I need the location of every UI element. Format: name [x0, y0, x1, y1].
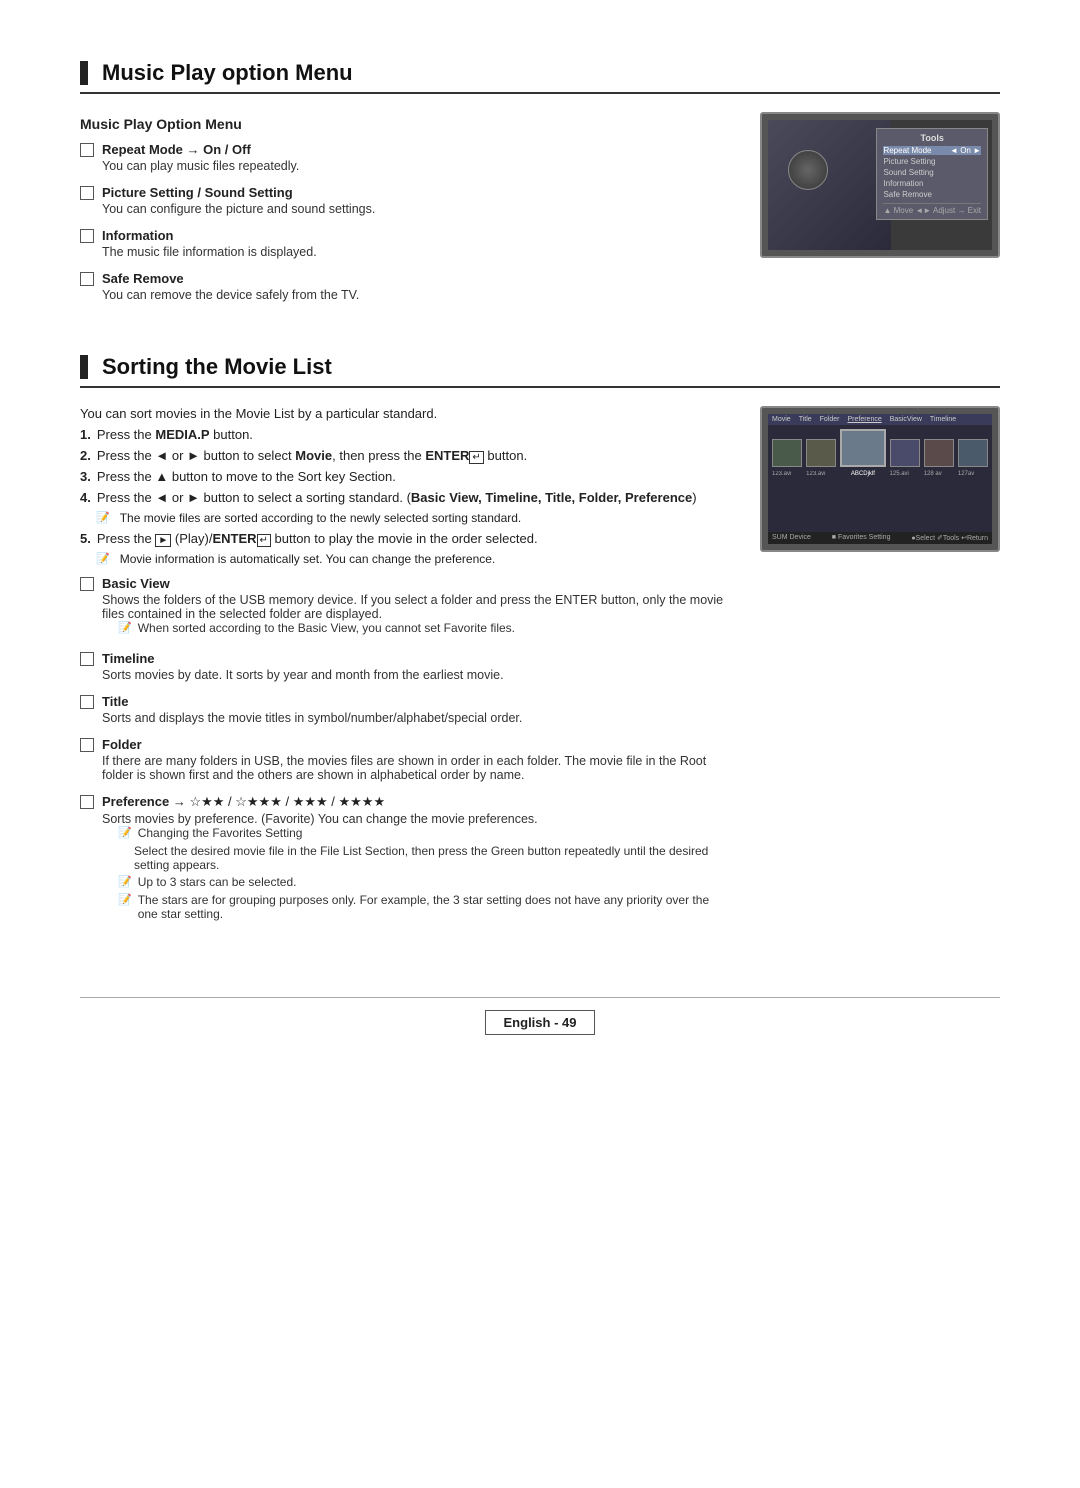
title-bar-decoration-2	[80, 355, 88, 379]
menu-item-folder-content: Folder If there are many folders in USB,…	[102, 737, 730, 782]
checkbox-title-sort	[80, 695, 94, 709]
music-play-text: Music Play Option Menu Repeat Mode → On …	[80, 112, 730, 314]
movie-filenames-row: 123.avi 123.avi ABCDjklf 125.avi 128 av …	[768, 471, 992, 477]
movie-thumb-5	[958, 439, 988, 467]
menu-item-timeline-desc: Sorts movies by date. It sorts by year a…	[102, 668, 730, 682]
menu-item-safe-remove: Safe Remove You can remove the device sa…	[80, 271, 730, 302]
menu-item-safe-remove-desc: You can remove the device safely from th…	[102, 288, 730, 302]
menu-item-timeline: Timeline Sorts movies by date. It sorts …	[80, 651, 730, 682]
preference-note-1: 📝 Changing the Favorites Setting	[118, 826, 730, 840]
menu-item-information-content: Information The music file information i…	[102, 228, 730, 259]
menu-item-basic-view-desc: Shows the folders of the USB memory devi…	[102, 593, 730, 621]
movie-tv-screen: Movie Title Folder Preference BasicView …	[760, 406, 1000, 552]
menu-item-information-desc: The music file information is displayed.	[102, 245, 730, 259]
sorting-movie-section: Sorting the Movie List You can sort movi…	[80, 354, 1000, 937]
sorting-movie-content: You can sort movies in the Movie List by…	[80, 406, 1000, 937]
movie-tab-bar: Movie Title Folder Preference BasicView …	[768, 414, 992, 425]
menu-item-title-sort-desc: Sorts and displays the movie titles in s…	[102, 711, 730, 725]
tools-panel-title: Tools	[883, 133, 981, 143]
music-play-title: Music Play option Menu	[80, 60, 1000, 94]
tv-screen-music: Tools Repeat Mode ◄ On ► Picture Setting…	[760, 112, 1000, 258]
menu-item-information: Information The music file information i…	[80, 228, 730, 259]
checkbox-safe-remove	[80, 272, 94, 286]
step-3: 3. Press the ▲ button to move to the Sor…	[80, 469, 730, 484]
menu-item-basic-view-title: Basic View	[102, 576, 730, 591]
menu-item-picture-desc: You can configure the picture and sound …	[102, 202, 730, 216]
checkbox-information	[80, 229, 94, 243]
tools-row-info: Information	[883, 179, 981, 188]
tools-row-repeat: Repeat Mode ◄ On ►	[883, 146, 981, 155]
tv-screen-movie: Movie Title Folder Preference BasicView …	[760, 406, 1000, 552]
menu-item-repeat-title: Repeat Mode → On / Off	[102, 142, 730, 157]
menu-item-title-sort-title: Title	[102, 694, 730, 709]
menu-item-title-sort-content: Title Sorts and displays the movie title…	[102, 694, 730, 725]
menu-item-preference-title: Preference → ☆★★ / ☆★★★ / ★★★ / ★★★★	[102, 794, 730, 810]
movie-thumb-1	[772, 439, 802, 467]
menu-item-repeat-content: Repeat Mode → On / Off You can play musi…	[102, 142, 730, 173]
preference-note-4: 📝 The stars are for grouping purposes on…	[118, 893, 730, 921]
menu-item-basic-view-content: Basic View Shows the folders of the USB …	[102, 576, 730, 639]
preference-note-3: 📝 Up to 3 stars can be selected.	[118, 875, 730, 889]
menu-item-title-sort: Title Sorts and displays the movie title…	[80, 694, 730, 725]
sorting-steps-list: 1. Press the MEDIA.P button. 2. Press th…	[80, 427, 730, 566]
movie-thumb-selected	[840, 429, 885, 467]
menu-item-timeline-title: Timeline	[102, 651, 730, 666]
movie-thumb-3	[890, 439, 920, 467]
step-1: 1. Press the MEDIA.P button.	[80, 427, 730, 442]
movie-thumbnails-row	[768, 425, 992, 471]
step-5: 5. Press the ► (Play)/ENTER↵ button to p…	[80, 531, 730, 546]
menu-item-basic-view-note: 📝 When sorted according to the Basic Vie…	[118, 621, 730, 635]
footer: English - 49	[80, 997, 1000, 1035]
menu-item-repeat: Repeat Mode → On / Off You can play musi…	[80, 142, 730, 173]
menu-item-picture: Picture Setting / Sound Setting You can …	[80, 185, 730, 216]
step-4: 4. Press the ◄ or ► button to select a s…	[80, 490, 730, 505]
checkbox-timeline	[80, 652, 94, 666]
preference-note-2: Select the desired movie file in the Fil…	[134, 844, 730, 872]
music-play-tv-screen: Tools Repeat Mode ◄ On ► Picture Setting…	[760, 112, 1000, 258]
music-play-subsection-title: Music Play Option Menu	[80, 116, 730, 132]
checkbox-preference	[80, 795, 94, 809]
menu-item-basic-view: Basic View Shows the folders of the USB …	[80, 576, 730, 639]
title-bar-decoration	[80, 61, 88, 85]
checkbox-picture	[80, 186, 94, 200]
menu-item-picture-title: Picture Setting / Sound Setting	[102, 185, 730, 200]
movie-thumb-2	[806, 439, 836, 467]
menu-item-safe-remove-title: Safe Remove	[102, 271, 730, 286]
sorting-movie-text: You can sort movies in the Movie List by…	[80, 406, 730, 937]
checkbox-repeat	[80, 143, 94, 157]
step-2: 2. Press the ◄ or ► button to select Mov…	[80, 448, 730, 463]
menu-item-folder-title: Folder	[102, 737, 730, 752]
menu-item-preference-desc: Sorts movies by preference. (Favorite) Y…	[102, 812, 730, 826]
movie-nav-bar: SUM Device ■ Favorites Setting ●Select ✐…	[768, 532, 992, 544]
checkbox-basic-view	[80, 577, 94, 591]
menu-item-folder-desc: If there are many folders in USB, the mo…	[102, 754, 730, 782]
menu-item-preference: Preference → ☆★★ / ☆★★★ / ★★★ / ★★★★ Sor…	[80, 794, 730, 925]
step-4-note: 📝 The movie files are sorted according t…	[96, 511, 730, 525]
menu-item-preference-content: Preference → ☆★★ / ☆★★★ / ★★★ / ★★★★ Sor…	[102, 794, 730, 925]
music-play-section: Music Play option Menu Music Play Option…	[80, 60, 1000, 314]
tools-row-picture: Picture Setting	[883, 157, 981, 166]
tools-panel-music: Tools Repeat Mode ◄ On ► Picture Setting…	[876, 128, 988, 220]
tools-row-sound: Sound Setting	[883, 168, 981, 177]
menu-item-repeat-desc: You can play music files repeatedly.	[102, 159, 730, 173]
movie-screen-inner: Movie Title Folder Preference BasicView …	[768, 414, 992, 544]
footer-label: English - 49	[485, 1010, 596, 1035]
menu-item-information-title: Information	[102, 228, 730, 243]
step-5-note: 📝 Movie information is automatically set…	[96, 552, 730, 566]
sorting-movie-title: Sorting the Movie List	[80, 354, 1000, 388]
tools-nav: ▲ Move ◄► Adjust → Exit	[883, 203, 981, 215]
menu-item-safe-remove-content: Safe Remove You can remove the device sa…	[102, 271, 730, 302]
music-play-content: Music Play Option Menu Repeat Mode → On …	[80, 112, 1000, 314]
tools-row-safe: Safe Remove	[883, 190, 981, 199]
movie-thumb-4	[924, 439, 954, 467]
sorting-intro: You can sort movies in the Movie List by…	[80, 406, 730, 421]
checkbox-folder	[80, 738, 94, 752]
tv-screen-inner-music: Tools Repeat Mode ◄ On ► Picture Setting…	[768, 120, 992, 250]
menu-item-picture-content: Picture Setting / Sound Setting You can …	[102, 185, 730, 216]
menu-item-timeline-content: Timeline Sorts movies by date. It sorts …	[102, 651, 730, 682]
menu-item-folder: Folder If there are many folders in USB,…	[80, 737, 730, 782]
